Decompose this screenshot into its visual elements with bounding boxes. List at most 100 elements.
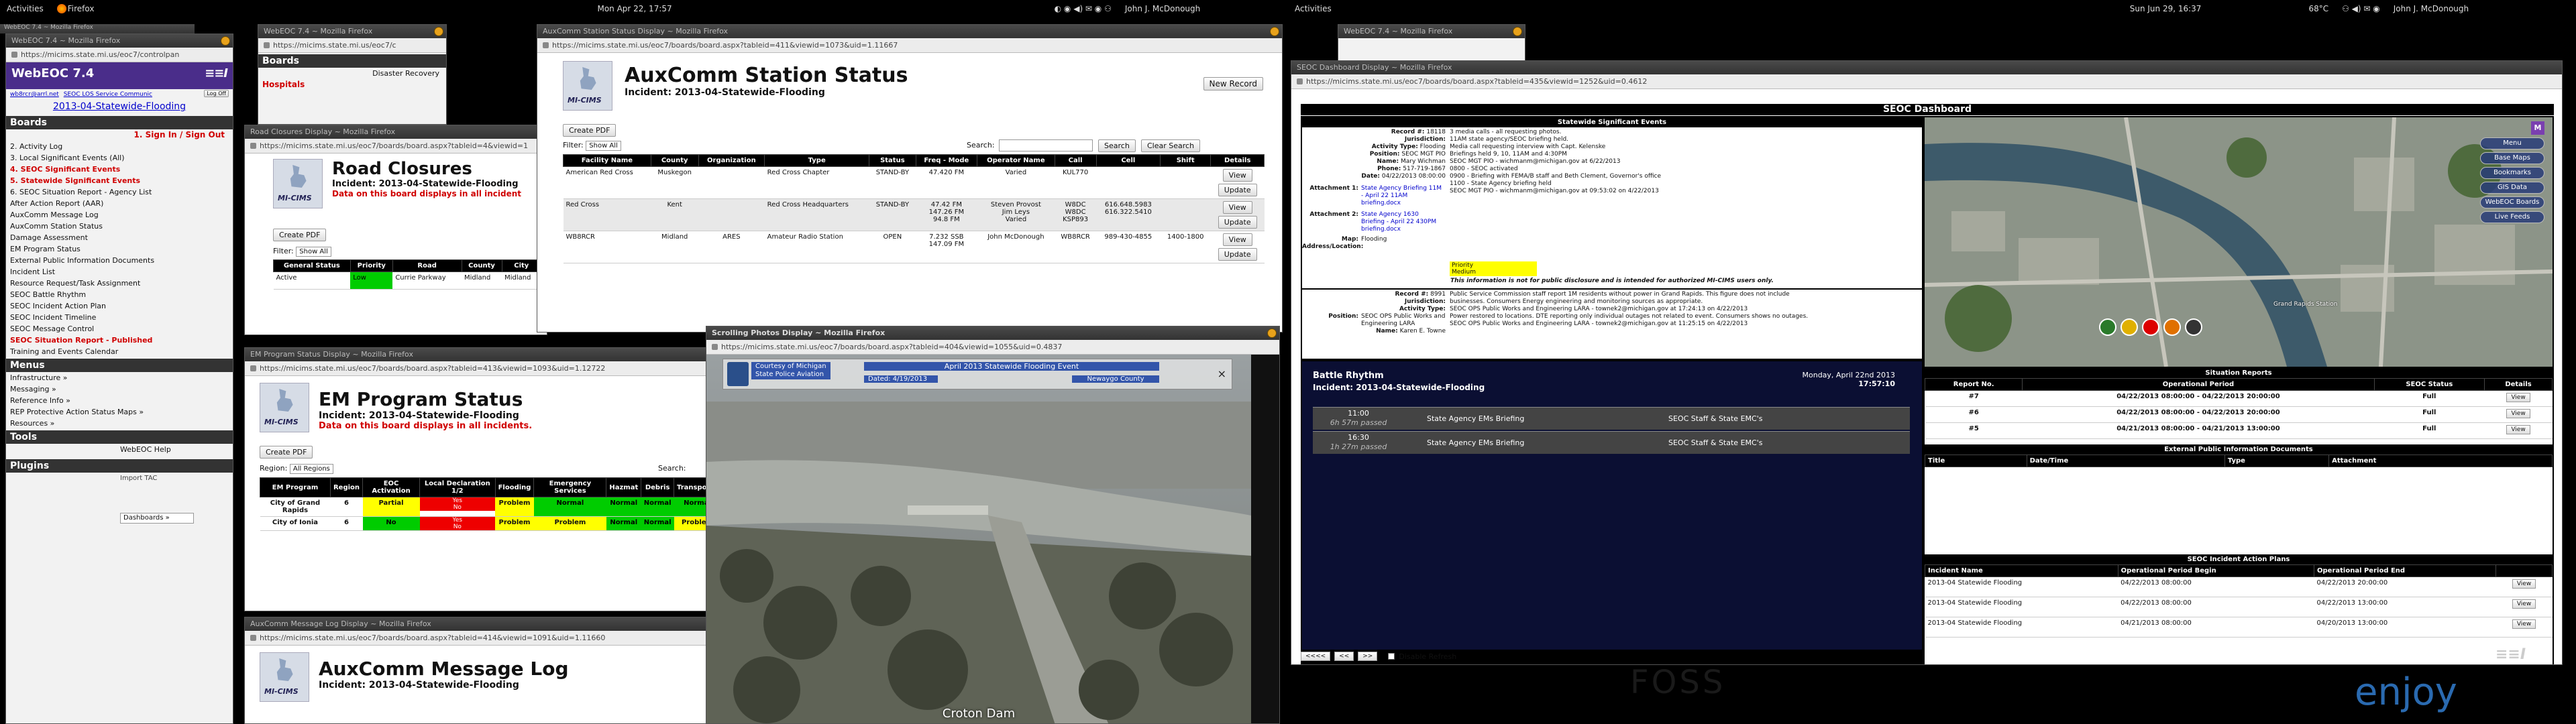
position-link[interactable]: SEOC LOS Service Communic <box>64 91 152 98</box>
event-record-1[interactable]: Record #: 18118 Jurisdiction: Activity T… <box>1302 127 1922 290</box>
close-icon[interactable] <box>1270 27 1279 36</box>
col-header[interactable]: Hazmat <box>606 477 642 497</box>
col-header[interactable]: Status <box>869 154 916 167</box>
col-header[interactable]: SEOC Status <box>2373 378 2485 391</box>
col-header[interactable]: Freq - Mode <box>915 154 978 167</box>
board-item[interactable]: SEOC Incident Action Plan <box>6 300 233 312</box>
col-header[interactable]: EM Program <box>260 477 331 497</box>
board-item[interactable]: Incident List <box>6 266 233 278</box>
menu-item[interactable]: Reference Info » <box>6 395 233 406</box>
url-bar-aux[interactable]: https://micims.state.mi.us/eoc7/boards/b… <box>537 38 1282 53</box>
clock[interactable]: Mon Apr 22, 17:57 <box>597 4 672 13</box>
col-header[interactable]: Road <box>392 259 462 272</box>
col-header[interactable]: Cell <box>1095 154 1161 167</box>
board-item[interactable]: 4. SEOC Significant Events <box>6 164 233 175</box>
view-button[interactable]: View <box>1222 169 1252 182</box>
board-item[interactable]: 5. Statewide Significant Events <box>6 175 233 186</box>
window-title-aux[interactable]: AuxComm Station Status Display ~ Mozilla… <box>537 25 1282 38</box>
status-icons-right[interactable]: ⚇ ◀) ✉ ◉ <box>2342 4 2380 13</box>
table-row[interactable]: 2013-04 Statewide Flooding 04/21/2013 08:… <box>1925 617 2553 638</box>
board-item[interactable]: SEOC Battle Rhythm <box>6 289 233 300</box>
col-header[interactable]: City <box>501 259 542 272</box>
create-pdf-button[interactable]: Create PDF <box>563 124 616 137</box>
col-header[interactable]: Type <box>764 154 870 167</box>
clock-right[interactable]: Sun Jun 29, 16:37 <box>2130 4 2202 13</box>
user-menu-right[interactable]: John J. McDonough <box>2394 4 2469 13</box>
attachment-1-link[interactable]: State Agency Briefing 11M - April 22 11A… <box>1361 185 1442 207</box>
update-button[interactable]: Update <box>1218 248 1257 261</box>
view-button[interactable]: View <box>2506 393 2530 402</box>
url-bar-2[interactable]: https://micims.state.mi.us/eoc7/c <box>258 38 446 53</box>
user-menu[interactable]: John J. McDonough <box>1125 4 1200 13</box>
window-title-2[interactable]: WebEOC 7.4 ~ Mozilla Firefox <box>258 25 446 38</box>
signin-link[interactable]: 1. Sign In / Sign Out <box>6 129 233 141</box>
table-row[interactable]: #7 04/22/2013 08:00:00 - 04/22/2013 20:00… <box>1925 390 2553 407</box>
map-button[interactable]: Live Feeds <box>2480 211 2544 223</box>
update-button[interactable]: Update <box>1218 216 1257 229</box>
col-header[interactable]: County <box>650 154 699 167</box>
col-header[interactable]: Report No. <box>1924 378 2023 391</box>
disable-refresh-checkbox[interactable] <box>1388 653 1395 660</box>
next-page-button[interactable]: >> <box>1358 652 1378 661</box>
board-item[interactable]: Damage Assessment <box>6 232 233 243</box>
url-bar-msg[interactable]: https://micims.state.mi.us/eoc7/boards/b… <box>245 631 720 646</box>
create-pdf-button[interactable]: Create PDF <box>273 229 327 241</box>
map-place-label[interactable]: Grand Rapids Station <box>2273 301 2338 308</box>
board-item[interactable]: After Action Report (AAR) <box>6 198 233 209</box>
url-bar-photo[interactable]: https://micims.state.mi.us/eoc7/boards/b… <box>706 340 1279 355</box>
logoff-button[interactable]: Log Off <box>204 90 229 97</box>
board-item[interactable]: 6. SEOC Situation Report - Agency List <box>6 186 233 198</box>
prev-page-button[interactable]: << <box>1334 652 1354 661</box>
marker-icon[interactable] <box>2185 318 2202 336</box>
board-item[interactable]: EM Program Status <box>6 243 233 255</box>
col-header[interactable]: Debris <box>641 477 675 497</box>
user-email-link[interactable]: wb8rcr@arrl.net <box>10 91 59 98</box>
col-header[interactable]: General Status <box>273 259 351 272</box>
incident-link[interactable]: 2013-04-Statewide-Flooding <box>6 101 233 113</box>
app-menu[interactable]: Firefox <box>68 4 95 13</box>
col-header[interactable]: Title <box>1925 455 2027 467</box>
board-item[interactable]: AuxComm Message Log <box>6 209 233 221</box>
close-icon[interactable] <box>221 36 230 46</box>
filter-select[interactable]: Show All <box>586 141 621 151</box>
bg-window-strip[interactable]: WebEOC 7.4 ~ Mozilla Firefox <box>0 24 195 34</box>
table-row[interactable]: City of Ionia 6 No Yes No Problem Problem Norma… <box>260 516 720 531</box>
url-bar-em[interactable]: https://micims.state.mi.us/eoc7/boards/b… <box>245 361 720 376</box>
marker-icon[interactable] <box>2121 318 2138 336</box>
activities-button[interactable]: Activities <box>7 4 44 13</box>
update-button[interactable]: Update <box>1218 184 1257 196</box>
dashboards-select[interactable]: Dashboards » <box>120 513 194 524</box>
col-header[interactable]: Type <box>2224 455 2330 467</box>
col-header[interactable]: Operational Period End <box>2313 564 2497 577</box>
attachment-2-link[interactable]: State Agency 1630 Briefing - April 22 43… <box>1361 211 1442 233</box>
search-input[interactable] <box>999 139 1093 152</box>
table-row[interactable]: City of Grand Rapids 6 Partial Yes No Problem… <box>260 497 720 517</box>
view-button[interactable]: View <box>2506 425 2530 434</box>
table-row[interactable]: American Red Cross Muskegon Red Cross Chap… <box>563 166 1265 199</box>
col-header[interactable]: Incident Name <box>1925 564 2118 577</box>
table-row[interactable]: #5 04/21/2013 08:00:00 - 04/21/2013 13:00… <box>1925 422 2553 439</box>
clear-search-button[interactable]: Clear Search <box>1141 139 1201 152</box>
url-bar-road[interactable]: https://micims.state.mi.us/eoc7/boards/b… <box>245 139 547 154</box>
window-title-msg[interactable]: AuxComm Message Log Display ~ Mozilla Fi… <box>245 617 720 631</box>
event-record-2[interactable]: Record #: 8991 Jurisdiction: Activity Ty… <box>1302 290 1922 357</box>
col-header[interactable]: Operator Name <box>977 154 1055 167</box>
menu-item[interactable]: REP Protective Action Status Maps » <box>6 406 233 418</box>
col-header[interactable]: Organization <box>698 154 765 167</box>
col-header[interactable]: Region <box>329 477 364 497</box>
create-pdf-button[interactable]: Create PDF <box>260 446 313 459</box>
window-title-dash[interactable]: SEOC Dashboard Display ~ Mozilla Firefox <box>1291 61 2562 74</box>
board-item[interactable]: 2. Activity Log <box>6 141 233 152</box>
col-header[interactable]: Emergency Services <box>533 477 607 497</box>
first-page-button[interactable]: <<<< <box>1301 652 1331 661</box>
window-title-road[interactable]: Road Closures Display ~ Mozilla Firefox <box>245 125 547 139</box>
col-header[interactable]: Details <box>2484 378 2553 391</box>
disaster-recovery-link[interactable]: Disaster Recovery <box>258 68 446 79</box>
col-header[interactable]: County <box>461 259 502 272</box>
close-photo-icon[interactable]: × <box>1218 367 1226 380</box>
menu-item[interactable]: Messaging » <box>6 383 233 395</box>
marker-icon[interactable] <box>2163 318 2181 336</box>
view-button[interactable]: View <box>2512 619 2536 629</box>
board-item[interactable]: External Public Information Documents <box>6 255 233 266</box>
view-button[interactable]: View <box>1222 201 1252 214</box>
